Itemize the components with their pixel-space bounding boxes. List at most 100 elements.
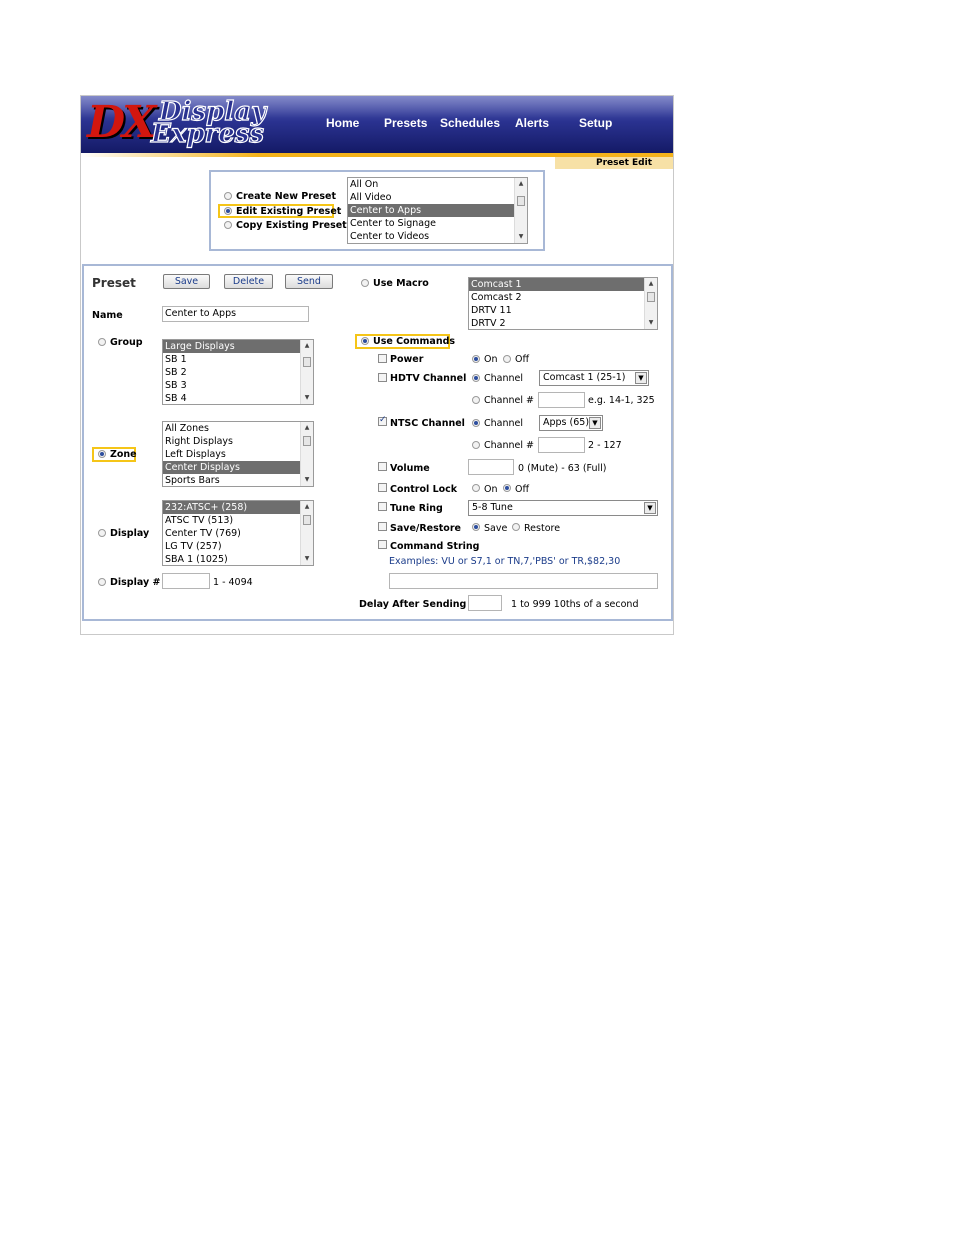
chevron-down-icon[interactable]: ▼: [589, 417, 601, 429]
name-input[interactable]: Center to Apps: [162, 306, 309, 322]
list-item[interactable]: Comcast 2: [469, 291, 645, 304]
list-item[interactable]: DRTV 11: [469, 304, 645, 317]
tune-ring-select[interactable]: 5-8 Tune ▼: [468, 500, 658, 516]
ntsc-channel-select[interactable]: Apps (65) ▼: [539, 415, 603, 431]
control-lock-off-radio[interactable]: [503, 484, 511, 492]
scroll-grip[interactable]: [303, 436, 311, 446]
list-item[interactable]: Center to Videos: [348, 230, 515, 243]
edit-existing-preset-radio[interactable]: [224, 207, 232, 215]
list-item-selected[interactable]: Large Displays: [163, 340, 301, 353]
volume-label: Volume: [390, 463, 430, 474]
command-string-input[interactable]: [389, 573, 658, 589]
list-item[interactable]: SB 2: [163, 366, 301, 379]
ntsc-channel-number-radio[interactable]: [472, 441, 480, 449]
scroll-grip[interactable]: [517, 196, 525, 206]
scroll-down-icon[interactable]: ▼: [301, 474, 313, 486]
scroll-up-icon[interactable]: ▲: [301, 340, 313, 352]
scroll-down-icon[interactable]: ▼: [301, 392, 313, 404]
volume-checkbox[interactable]: [378, 462, 387, 471]
list-item[interactable]: Left Displays: [163, 448, 301, 461]
hdtv-channel-select[interactable]: Comcast 1 (25-1) ▼: [539, 370, 649, 386]
save-restore-checkbox[interactable]: [378, 522, 387, 531]
display-listbox[interactable]: 232:ATSC+ (258) ATSC TV (513) Center TV …: [162, 500, 314, 566]
control-lock-on-radio[interactable]: [472, 484, 480, 492]
power-checkbox[interactable]: [378, 354, 387, 363]
list-item[interactable]: All Zones: [163, 422, 301, 435]
restore-radio[interactable]: [512, 523, 520, 531]
display-number-radio[interactable]: [98, 578, 106, 586]
display-number-input[interactable]: [162, 573, 210, 589]
list-item[interactable]: Right Displays: [163, 435, 301, 448]
nav-presets[interactable]: Presets: [384, 116, 427, 130]
list-item[interactable]: Center to Signage: [348, 217, 515, 230]
power-on-radio[interactable]: [472, 355, 480, 363]
list-item[interactable]: Center TV (769): [163, 527, 301, 540]
delay-input[interactable]: [468, 595, 502, 611]
save-radio[interactable]: [472, 523, 480, 531]
group-listbox[interactable]: Large Displays SB 1 SB 2 SB 3 SB 4 ▲ ▼: [162, 339, 314, 405]
create-new-preset-radio[interactable]: [224, 192, 232, 200]
nav-home[interactable]: Home: [326, 116, 359, 130]
scroll-grip[interactable]: [647, 292, 655, 302]
list-item[interactable]: DRTV 2: [469, 317, 645, 329]
hdtv-channel-checkbox[interactable]: [378, 373, 387, 382]
display-radio[interactable]: [98, 529, 106, 537]
scroll-grip[interactable]: [303, 357, 311, 367]
scroll-grip[interactable]: [303, 515, 311, 525]
hdtv-channel-radio[interactable]: [472, 374, 480, 382]
copy-existing-preset-radio[interactable]: [224, 221, 232, 229]
list-item-selected[interactable]: Center Displays: [163, 461, 301, 474]
list-item-selected[interactable]: Comcast 1: [469, 278, 645, 291]
nav-setup[interactable]: Setup: [579, 116, 612, 130]
nav-alerts[interactable]: Alerts: [515, 116, 549, 130]
scroll-down-icon[interactable]: ▼: [515, 231, 527, 243]
ntsc-channel-checkbox[interactable]: [378, 415, 387, 426]
zone-radio[interactable]: [98, 450, 106, 458]
scroll-up-icon[interactable]: ▲: [515, 178, 527, 190]
ntsc-channel-number-label: Channel #: [484, 440, 534, 451]
name-label: Name: [92, 310, 123, 321]
scrollbar[interactable]: ▲ ▼: [514, 178, 527, 243]
tune-ring-checkbox[interactable]: [378, 502, 387, 511]
list-item[interactable]: SB 1: [163, 353, 301, 366]
send-button[interactable]: Send: [285, 274, 333, 289]
control-lock-checkbox[interactable]: [378, 483, 387, 492]
list-item[interactable]: Sports Bars: [163, 474, 301, 486]
scrollbar[interactable]: ▲ ▼: [300, 501, 313, 565]
preset-listbox[interactable]: All On All Video Center to Apps Center t…: [347, 177, 528, 244]
scrollbar[interactable]: ▲ ▼: [644, 278, 657, 329]
scroll-down-icon[interactable]: ▼: [301, 553, 313, 565]
power-off-radio[interactable]: [503, 355, 511, 363]
list-item[interactable]: LG TV (257): [163, 540, 301, 553]
list-item[interactable]: All On: [348, 178, 515, 191]
ntsc-channel-number-input[interactable]: [538, 437, 585, 453]
delete-button[interactable]: Delete: [224, 274, 273, 289]
list-item[interactable]: All Video: [348, 191, 515, 204]
nav-schedules[interactable]: Schedules: [440, 116, 500, 130]
list-item[interactable]: SB 3: [163, 379, 301, 392]
command-string-checkbox[interactable]: [378, 540, 387, 549]
chevron-down-icon[interactable]: ▼: [644, 502, 656, 514]
scroll-down-icon[interactable]: ▼: [645, 317, 657, 329]
scroll-up-icon[interactable]: ▲: [645, 278, 657, 290]
scrollbar[interactable]: ▲ ▼: [300, 340, 313, 404]
volume-input[interactable]: [468, 459, 514, 475]
macro-listbox[interactable]: Comcast 1 Comcast 2 DRTV 11 DRTV 2 ▲ ▼: [468, 277, 658, 330]
save-button[interactable]: Save: [163, 274, 210, 289]
use-macro-radio[interactable]: [361, 279, 369, 287]
list-item[interactable]: SB 4: [163, 392, 301, 404]
chevron-down-icon[interactable]: ▼: [635, 372, 647, 384]
scroll-up-icon[interactable]: ▲: [301, 422, 313, 434]
list-item[interactable]: SBA 1 (1025): [163, 553, 301, 565]
list-item[interactable]: ATSC TV (513): [163, 514, 301, 527]
hdtv-channel-number-radio[interactable]: [472, 396, 480, 404]
use-commands-radio[interactable]: [361, 337, 369, 345]
scrollbar[interactable]: ▲ ▼: [300, 422, 313, 486]
zone-listbox[interactable]: All Zones Right Displays Left Displays C…: [162, 421, 314, 487]
scroll-up-icon[interactable]: ▲: [301, 501, 313, 513]
list-item-selected[interactable]: Center to Apps: [348, 204, 515, 217]
hdtv-channel-number-input[interactable]: [538, 392, 585, 408]
group-radio[interactable]: [98, 338, 106, 346]
ntsc-channel-radio[interactable]: [472, 419, 480, 427]
list-item-selected[interactable]: 232:ATSC+ (258): [163, 501, 301, 514]
